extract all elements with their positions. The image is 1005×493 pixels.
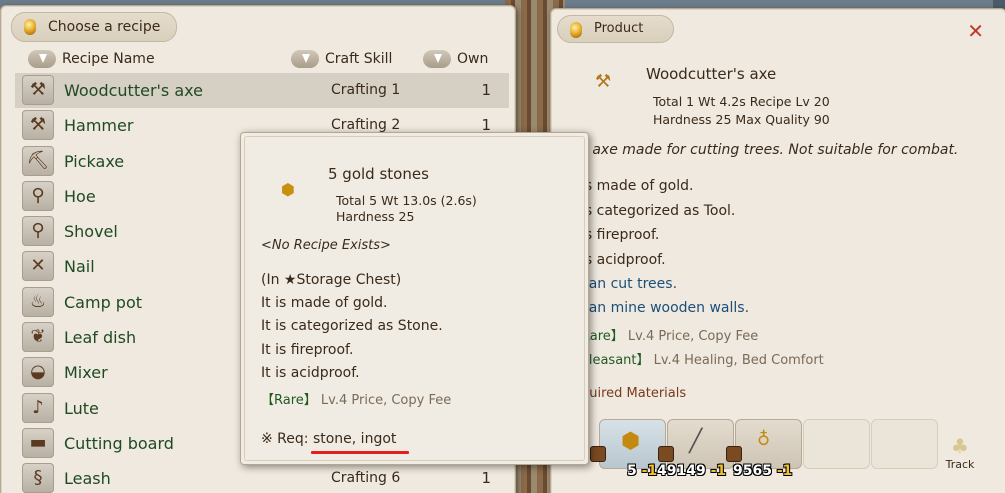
own-header-label: Own (457, 51, 489, 67)
sort-toggle-icon[interactable] (291, 50, 319, 68)
sort-by-skill-header[interactable]: Craft Skill (291, 48, 392, 70)
gold-stone-icon: ⬢ (281, 180, 295, 199)
axe-icon: ⚒ (595, 71, 612, 92)
product-trait-rare: Rare】 Lv.4 Price, Copy Fee (581, 325, 758, 344)
product-stats-secondary: Hardness 25 Max Quality 90 (653, 112, 830, 127)
tooltip-property: It is acidproof. (261, 365, 360, 381)
recipe-name: Mixer (64, 363, 108, 383)
product-stats: Total 1 Wt 4.2s Recipe Lv 20 (653, 94, 830, 109)
product-property: is acidproof. (581, 252, 666, 268)
product-description: n axe made for cutting trees. Not suitab… (579, 142, 959, 158)
recipe-row[interactable]: ⚒ Woodcutter's axe Crafting 1 1 (15, 73, 509, 109)
material-slot-gold-stones[interactable]: ⬢ (591, 419, 666, 469)
product-property: is made of gold. (581, 178, 694, 194)
name-header-label: Recipe Name (62, 51, 155, 67)
recipe-name: Leash (64, 469, 111, 489)
axe-icon: ⚒ (22, 75, 54, 105)
sort-by-own-header[interactable]: Own (423, 48, 488, 70)
item-tooltip: ⬢ 5 gold stones Total 5 Wt 13.0s (2.6s) … (240, 132, 589, 465)
recipe-craft-skill: Crafting 1 (331, 82, 401, 98)
recipe-name: Hoe (64, 186, 96, 206)
recipe-own-count: 1 (481, 469, 491, 488)
product-panel-title: Product (594, 21, 644, 36)
tooltip-property: It is made of gold. (261, 295, 388, 311)
recipe-name: Cutting board (64, 433, 174, 453)
product-name: Woodcutter's axe (646, 65, 777, 83)
product-property: is fireproof. (581, 227, 660, 243)
tooltip-trait: 【Rare】 Lv.4 Price, Copy Fee (261, 389, 451, 408)
product-panel-title-tab: Product (557, 15, 675, 43)
recipe-name: Shovel (64, 222, 118, 242)
tooltip-property: It is fireproof. (261, 342, 354, 358)
hoe-icon: ⚲ (22, 180, 54, 211)
required-materials-title: quired Materials (581, 386, 687, 401)
tooltip-no-recipe: <No Recipe Exists> (261, 238, 391, 253)
material-slot-flask[interactable]: ♁ (727, 419, 802, 469)
recipe-panel-title: Choose a recipe (48, 19, 161, 35)
leash-icon: § (22, 463, 54, 493)
recipe-column-headers: Recipe Name Craft Skill Own (16, 48, 506, 70)
close-icon[interactable]: ✕ (967, 19, 984, 43)
shovel-icon: ⚲ (22, 216, 54, 247)
sort-by-name-header[interactable]: Recipe Name (28, 48, 155, 70)
recipe-name: Camp pot (64, 292, 143, 312)
storage-box-icon (591, 447, 605, 461)
recipe-own-count: 1 (481, 81, 491, 99)
trait-text: Lv.4 Price, Copy Fee (623, 329, 759, 344)
pickaxe-icon: ⛏ (22, 145, 54, 176)
gold-stone-icon: ⬢ (621, 429, 641, 454)
recipe-row[interactable]: § Leash Crafting 6 1 (15, 461, 509, 493)
leaf-dish-icon: ❦ (22, 322, 54, 353)
recipe-name: Hammer (64, 116, 134, 136)
material-count: 5 -1 (627, 463, 658, 479)
tooltip-location: (In ★Storage Chest) (261, 272, 402, 288)
material-count: 9565 -1 (733, 463, 793, 479)
material-slot-empty (871, 419, 938, 469)
recipe-name: Lute (64, 398, 99, 418)
highlight-underline (311, 451, 409, 454)
storage-box-icon (727, 447, 741, 461)
tooltip-stats: Total 5 Wt 13.0s (2.6s) (336, 193, 477, 208)
nail-icon: ✕ (22, 251, 54, 282)
product-property: is categorized as Tool. (581, 203, 736, 219)
trait-tag: 【Rare】 (261, 393, 317, 408)
product-ability: can cut trees. (581, 276, 678, 292)
track-bell-icon: ♣ (951, 434, 969, 458)
product-panel: Product ✕ ⚒ Woodcutter's axe Total 1 Wt … (550, 8, 1005, 493)
tooltip-stats-secondary: Hardness 25 (336, 209, 415, 224)
material-count: 49149 -1 (657, 463, 727, 479)
material-slot-empty (803, 419, 870, 469)
tooltip-requirement: ※ Req: stone, ingot (261, 431, 397, 447)
recipe-panel-title-tab: Choose a recipe (11, 12, 178, 42)
flask-icon: ♁ (757, 429, 771, 450)
sort-toggle-icon[interactable] (423, 50, 451, 68)
camp-pot-icon: ♨ (22, 286, 54, 317)
trait-text: Lv.4 Healing, Bed Comfort (649, 353, 824, 368)
hammer-icon: ⚒ (22, 110, 54, 141)
gold-coin-icon (570, 22, 582, 38)
gold-coin-icon (24, 19, 36, 35)
track-button[interactable]: ♣ Track (942, 434, 978, 471)
recipe-name: Woodcutter's axe (64, 81, 203, 100)
trait-text: Lv.4 Price, Copy Fee (316, 393, 452, 408)
lute-icon: ♪ (22, 392, 54, 423)
skill-header-label: Craft Skill (325, 51, 393, 67)
storage-box-icon (659, 447, 673, 461)
sort-toggle-icon[interactable] (28, 50, 56, 68)
recipe-craft-skill: Crafting 6 (331, 470, 401, 487)
tooltip-item-name: 5 gold stones (328, 165, 429, 183)
mixer-icon: ◒ (22, 357, 54, 388)
recipe-name: Leaf dish (64, 328, 137, 348)
stick-icon: ╱ (689, 429, 703, 454)
material-slot-stick[interactable]: ╱ (659, 419, 734, 469)
recipe-name: Nail (64, 257, 95, 277)
trait-tag: Pleasant】 (581, 353, 650, 368)
product-ability: can mine wooden walls. (581, 300, 750, 316)
product-trait-pleasant: Pleasant】 Lv.4 Healing, Bed Comfort (581, 349, 824, 368)
tooltip-property: It is categorized as Stone. (261, 318, 443, 334)
cutting-board-icon: ▬ (22, 427, 54, 458)
track-label: Track (945, 458, 975, 471)
recipe-name: Pickaxe (64, 151, 125, 171)
